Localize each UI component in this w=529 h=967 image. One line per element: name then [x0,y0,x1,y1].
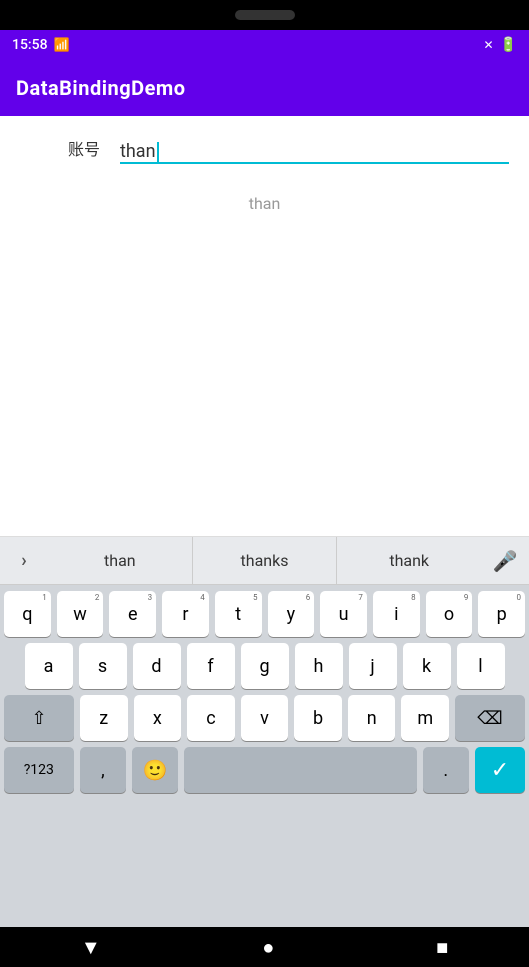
key-row-3: ⇧ z x c v b n m ⌫ [4,695,525,741]
account-row: 账号 than [0,136,529,164]
mic-button[interactable]: 🎤 [481,537,529,585]
expand-button[interactable]: › [0,537,48,585]
input-text: than [120,141,156,162]
key-i[interactable]: 8i [373,591,420,637]
mic-icon: 🎤 [493,549,518,573]
content-area: 账号 than than [0,116,529,536]
comma-key[interactable]: , [80,747,126,793]
expand-icon: › [21,550,26,571]
key-d[interactable]: d [133,643,181,689]
close-icon: ✕ [484,38,494,52]
key-a[interactable]: a [25,643,73,689]
symbols-key[interactable]: ?123 [4,747,74,793]
account-input-wrapper[interactable]: than [120,141,509,164]
key-h[interactable]: h [295,643,343,689]
key-o[interactable]: 9o [426,591,473,637]
delete-key[interactable]: ⌫ [455,695,525,741]
key-l[interactable]: l [457,643,505,689]
key-k[interactable]: k [403,643,451,689]
suggestion-item-1[interactable]: thanks [192,537,337,585]
battery-icon: 🔋 [500,37,517,53]
status-time: 15:58 [12,37,48,53]
suggestions-list[interactable]: than thanks thank [48,537,481,585]
key-row-2: a s d f g h j k l [4,643,525,689]
done-key[interactable]: ✓ [475,747,525,793]
key-x[interactable]: x [134,695,182,741]
suggestion-item-2[interactable]: thank [336,537,481,585]
key-z[interactable]: z [80,695,128,741]
status-left: 15:58 📶 [12,37,70,53]
key-j[interactable]: j [349,643,397,689]
keyboard: › than thanks thank 🎤 1q 2w 3e 4r 5t 6y … [0,537,529,927]
phone-camera [235,10,295,20]
recent-button[interactable]: ■ [436,935,448,960]
text-cursor [157,142,159,162]
nav-bar: ▼ ● ■ [0,927,529,967]
app-bar: DataBindingDemo [0,60,529,116]
below-suggestion: than [0,194,529,213]
key-p[interactable]: 0p [478,591,525,637]
key-t[interactable]: 5t [215,591,262,637]
key-u[interactable]: 7u [320,591,367,637]
status-bar: 15:58 📶 ✕ 🔋 [0,30,529,60]
app-title: DataBindingDemo [16,76,186,100]
key-f[interactable]: f [187,643,235,689]
key-w[interactable]: 2w [57,591,104,637]
key-r[interactable]: 4r [162,591,209,637]
key-e[interactable]: 3e [109,591,156,637]
key-g[interactable]: g [241,643,289,689]
key-s[interactable]: s [79,643,127,689]
key-n[interactable]: n [348,695,396,741]
key-q[interactable]: 1q [4,591,51,637]
key-y[interactable]: 6y [268,591,315,637]
home-button[interactable]: ● [262,935,274,960]
period-key[interactable]: . [423,747,469,793]
key-b[interactable]: b [294,695,342,741]
keys-area: 1q 2w 3e 4r 5t 6y 7u 8i 9o 0p a s d f g … [0,585,529,927]
key-row-1: 1q 2w 3e 4r 5t 6y 7u 8i 9o 0p [4,591,525,637]
back-button[interactable]: ▼ [81,935,101,960]
space-key[interactable] [184,747,416,793]
key-row-4: ?123 , 🙂 . ✓ [4,747,525,793]
signal-icon: 📶 [54,38,70,53]
key-v[interactable]: v [241,695,289,741]
key-m[interactable]: m [401,695,449,741]
suggestion-item-0[interactable]: than [48,537,192,585]
suggestion-bar[interactable]: › than thanks thank 🎤 [0,537,529,585]
phone-top [0,0,529,30]
status-right: ✕ 🔋 [484,37,518,53]
key-c[interactable]: c [187,695,235,741]
emoji-key[interactable]: 🙂 [132,747,178,793]
shift-key[interactable]: ⇧ [4,695,74,741]
account-label: 账号 [20,136,120,164]
